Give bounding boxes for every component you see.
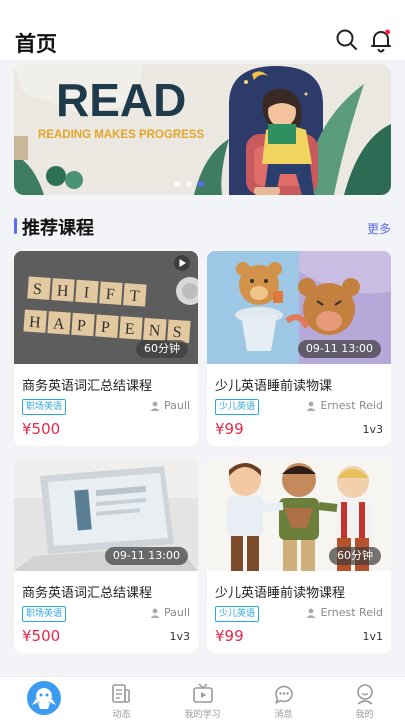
tab-label: 我的: [355, 710, 374, 720]
course-thumbnail: 09-11 13:00: [14, 458, 198, 571]
course-thumbnail: S H I F T H A P P E N S 60分钟: [14, 251, 198, 364]
lesson-type: 1v1: [362, 630, 383, 643]
feed-icon: [112, 684, 130, 703]
page-title: 首页: [15, 32, 57, 56]
course-price: ¥500: [22, 420, 61, 438]
bell-icon[interactable]: [368, 27, 394, 53]
svg-text:F: F: [105, 286, 115, 304]
svg-text:P: P: [76, 317, 86, 335]
course-price: ¥99: [215, 420, 244, 438]
lesson-type: 1v3: [362, 423, 383, 436]
duration-badge: 60分钟: [329, 547, 381, 565]
search-icon[interactable]: [334, 27, 360, 53]
course-title: 少儿英语睡前读物课程: [215, 586, 346, 601]
tab-label: 消息: [274, 710, 293, 720]
teacher-name: Ernest Reid: [306, 399, 383, 412]
teacher-name: Ernest Reid: [306, 606, 383, 619]
section-header: 推荐课程 更多: [14, 212, 391, 240]
lesson-type: 1v3: [169, 630, 190, 643]
schedule-badge: 09-11 13:00: [104, 547, 188, 565]
bottom-tab-bar: 动态 我的学习 消息 我的: [0, 676, 405, 720]
tab-my-learning[interactable]: 我的学习: [162, 677, 243, 720]
carousel-dot[interactable]: [186, 181, 192, 187]
teacher-label: Ernest Reid: [320, 606, 383, 619]
carousel-dot[interactable]: [174, 181, 180, 187]
schedule-badge: 09-11 13:00: [297, 340, 381, 358]
tab-label: 我的学习: [184, 710, 221, 720]
svg-text:A: A: [52, 315, 65, 333]
course-price: ¥99: [215, 627, 244, 645]
svg-text:E: E: [124, 320, 135, 338]
section-title: 推荐课程: [22, 218, 94, 239]
promo-banner[interactable]: READ READING MAKES PROGRESS: [14, 64, 391, 195]
course-title: 商务英语词汇总结课程: [22, 586, 153, 601]
svg-text:N: N: [148, 322, 161, 340]
tab-profile[interactable]: 我的: [324, 677, 405, 720]
carousel-indicator: [174, 181, 204, 187]
teacher-label: Ernest Reid: [320, 399, 383, 412]
home-icon: [32, 688, 56, 709]
course-card[interactable]: 60分钟 少儿英语睡前读物课程 少儿英语 Ernest Reid ¥99 1v1: [207, 458, 391, 653]
category-tag: 少儿英语: [215, 606, 260, 622]
home-button[interactable]: [27, 681, 61, 715]
chat-icon: [275, 685, 293, 704]
carousel-dot-active[interactable]: [198, 181, 204, 187]
banner-tagline: READING MAKES PROGRESS: [38, 129, 204, 141]
svg-text:H: H: [56, 282, 69, 300]
svg-text:S: S: [172, 324, 182, 342]
course-card[interactable]: 09-11 13:00 少儿英语睡前读物课 少儿英语 Ernest Reid ¥…: [207, 251, 391, 446]
user-icon: [306, 401, 316, 411]
duration-badge: 60分钟: [136, 340, 188, 358]
notification-dot: [385, 29, 390, 35]
svg-text:P: P: [100, 319, 110, 337]
more-link[interactable]: 更多: [367, 220, 391, 237]
user-icon: [150, 608, 160, 618]
course-title: 少儿英语睡前读物课: [215, 379, 333, 394]
svg-text:H: H: [28, 314, 41, 332]
course-thumbnail: 60分钟: [207, 458, 391, 571]
course-price: ¥500: [22, 627, 61, 645]
svg-text:T: T: [129, 288, 140, 306]
tab-label: 动态: [112, 710, 131, 720]
user-icon: [306, 608, 316, 618]
teacher-name: Paull: [150, 606, 190, 619]
category-tag: 职场英语: [22, 399, 67, 415]
course-thumbnail: 09-11 13:00: [207, 251, 391, 364]
banner-headline: READ: [56, 74, 186, 126]
teacher-label: Paull: [164, 399, 190, 412]
tab-feed[interactable]: 动态: [81, 677, 162, 720]
svg-text:S: S: [32, 281, 42, 299]
user-icon: [150, 401, 160, 411]
top-bar: 首页: [0, 0, 405, 60]
category-tag: 职场英语: [22, 606, 67, 622]
course-card[interactable]: 09-11 13:00 商务英语词汇总结课程 职场英语 Paull ¥500 1…: [14, 458, 198, 653]
course-title: 商务英语词汇总结课程: [22, 379, 153, 394]
teacher-name: Paull: [150, 399, 190, 412]
profile-icon: [357, 684, 373, 705]
tab-messages[interactable]: 消息: [243, 677, 324, 720]
tab-home[interactable]: [0, 677, 81, 720]
course-card[interactable]: S H I F T H A P P E N S 60分钟 商务英语词汇总结课程 …: [14, 251, 198, 446]
category-tag: 少儿英语: [215, 399, 260, 415]
banner-illustration: READ READING MAKES PROGRESS: [14, 64, 391, 195]
tv-icon: [193, 683, 213, 703]
teacher-label: Paull: [164, 606, 190, 619]
section-accent-bar: [14, 218, 17, 234]
